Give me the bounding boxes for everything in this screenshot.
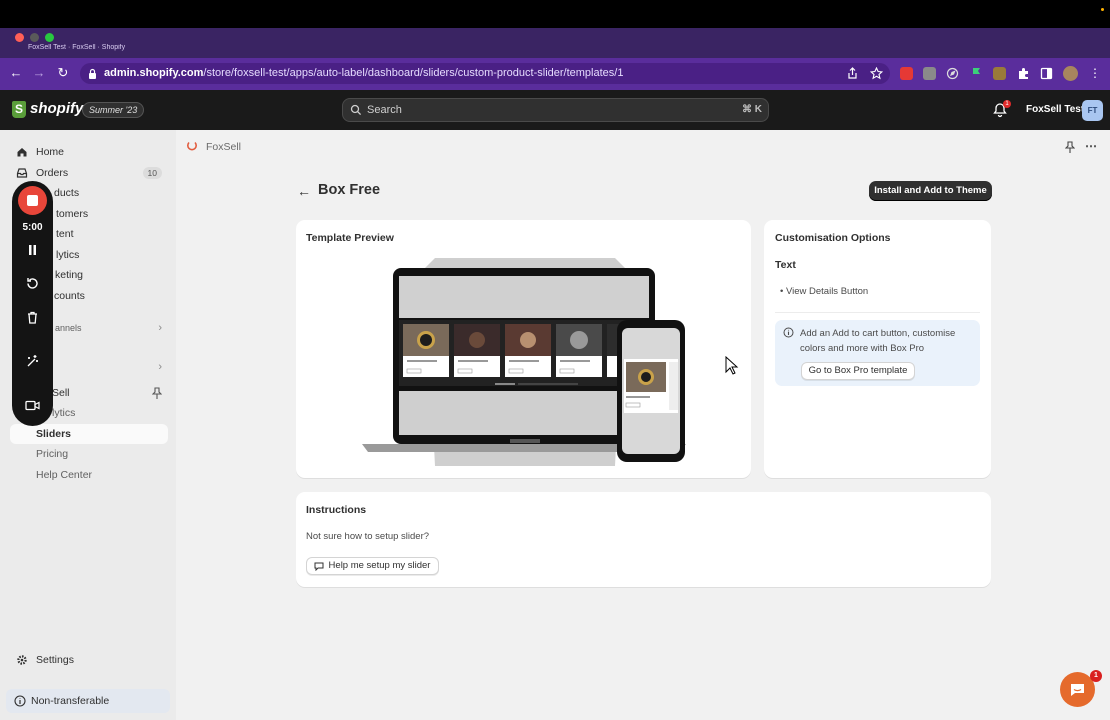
instructions-text: Not sure how to setup slider?: [306, 531, 430, 542]
sidebar-item-label: Home: [36, 146, 65, 158]
extension-compass-icon[interactable]: [946, 67, 959, 80]
install-and-add-to-theme-button[interactable]: Install and Add to Theme: [869, 181, 992, 201]
pin-icon[interactable]: [152, 387, 162, 399]
mouse-cursor-icon: [725, 356, 739, 375]
text-section-heading: Text: [775, 259, 796, 271]
sidebar-item-label: lytics: [52, 407, 76, 419]
back-arrow-icon[interactable]: ←: [297, 183, 311, 199]
screen-top-bar: [0, 0, 1110, 28]
extension-b-icon[interactable]: [900, 67, 913, 80]
trash-icon[interactable]: [24, 309, 41, 326]
stop-recording-button[interactable]: [18, 186, 47, 215]
instructions-title: Instructions: [306, 504, 367, 516]
chat-icon: [1071, 684, 1084, 696]
back-arrow-icon[interactable]: ←: [7, 64, 25, 82]
sidebar-item-pricing[interactable]: Pricing: [8, 444, 166, 464]
restart-icon[interactable]: [24, 275, 41, 292]
url-host: admin.shopify.com: [104, 67, 204, 79]
app-name[interactable]: FoxSell: [206, 141, 241, 153]
extensions-puzzle-icon[interactable]: [1017, 67, 1030, 80]
non-transferable-banner[interactable]: Non-transferable: [6, 689, 170, 713]
divider: [775, 312, 980, 313]
search-icon: [350, 104, 362, 116]
bookmark-star-icon[interactable]: [870, 67, 883, 80]
shopify-logo-icon[interactable]: S: [12, 101, 26, 118]
page-title: Box Free: [318, 182, 381, 198]
browser-menu-icon[interactable]: ⋮: [1086, 64, 1104, 82]
view-details-button-option[interactable]: • View Details Button: [780, 286, 868, 297]
edition-badge[interactable]: Summer '23: [82, 102, 145, 118]
sidepanel-icon[interactable]: [1040, 67, 1053, 80]
box-pro-upsell-text: Add an Add to cart button, customise col…: [800, 328, 956, 354]
effects-sparkle-icon[interactable]: [24, 353, 41, 370]
device-mockup-image: [362, 258, 686, 466]
info-icon: [783, 327, 794, 338]
share-icon[interactable]: [846, 67, 859, 80]
sidebar-item-label: lytics: [56, 249, 80, 261]
shopify-wordmark[interactable]: shopify: [30, 100, 83, 117]
minimize-window-button[interactable]: [30, 33, 39, 42]
avatar[interactable]: FT: [1082, 100, 1103, 121]
sidebar-item-label: ducts: [54, 187, 80, 199]
extension-flag-icon[interactable]: [970, 67, 983, 80]
maximize-window-button[interactable]: [45, 33, 54, 42]
inbox-icon: [16, 168, 28, 178]
notification-badge: 1: [1003, 100, 1011, 108]
tab-title: FoxSell Test · FoxSell · Shopify: [28, 44, 126, 51]
chat-notification-badge: 1: [1090, 670, 1102, 682]
customisation-options-title: Customisation Options: [775, 232, 891, 244]
sidebar-item-label: Sliders: [36, 428, 72, 440]
go-to-box-pro-template-button[interactable]: Go to Box Pro template: [801, 362, 915, 380]
search-placeholder: Search: [367, 104, 402, 116]
chevron-right-icon: ›: [158, 322, 162, 334]
close-window-button[interactable]: [15, 33, 24, 42]
url-path: /store/foxsell-test/apps/auto-label/dash…: [203, 67, 624, 79]
lock-icon: [89, 68, 96, 79]
reload-icon[interactable]: ↻: [54, 64, 72, 82]
sidebar-item-label: Orders: [36, 167, 69, 179]
sidebar-item-label: tent: [56, 228, 74, 240]
chevron-right-icon: ›: [158, 361, 162, 373]
non-transferable-label: Non-transferable: [31, 695, 110, 707]
screen-recorder-panel: [12, 181, 53, 426]
sidebar-item-label: Help Center: [36, 469, 93, 481]
foxsell-app-icon: [187, 141, 197, 151]
profile-avatar[interactable]: [1063, 66, 1078, 81]
recording-timer: 5:00: [22, 222, 43, 233]
help-button-label: Help me setup my slider: [328, 560, 431, 571]
search-shortcut: ⌘ K: [742, 104, 762, 115]
help-me-setup-my-slider-button[interactable]: Help me setup my slider: [306, 557, 439, 575]
sidebar-item-home[interactable]: Home: [8, 142, 166, 162]
extension-s-icon[interactable]: [993, 67, 1006, 80]
sidebar-item-orders[interactable]: Orders 10: [8, 163, 166, 183]
pause-icon[interactable]: [24, 242, 41, 259]
store-name[interactable]: FoxSell Test: [1026, 104, 1084, 115]
home-icon: [17, 148, 27, 157]
sidebar-item-label: keting: [55, 269, 84, 281]
extension-gray-icon[interactable]: [923, 67, 936, 80]
address-bar[interactable]: admin.shopify.com/store/foxsell-test/app…: [80, 63, 890, 84]
sidebar-item-label: counts: [54, 290, 85, 302]
sidebar-item-sliders[interactable]: Sliders: [10, 424, 168, 444]
orders-count-badge: 10: [142, 167, 162, 179]
sidebar-item-help-center[interactable]: Help Center: [8, 465, 166, 485]
gear-icon: [17, 655, 27, 665]
chat-bubble-icon: [314, 562, 324, 571]
sidebar-section-label: annels: [55, 323, 82, 333]
camera-icon[interactable]: [24, 397, 41, 414]
template-preview-title: Template Preview: [306, 232, 394, 244]
sidebar-item-label: Sell: [52, 387, 70, 399]
forward-arrow-icon[interactable]: →: [30, 64, 48, 82]
info-icon: [14, 695, 26, 707]
sidebar-item-label: Settings: [36, 654, 74, 666]
sidebar-item-settings[interactable]: Settings: [8, 650, 166, 670]
sidebar-item-label: tomers: [56, 208, 89, 220]
status-dot: [1101, 8, 1104, 11]
more-actions-icon[interactable]: ⋯: [1085, 139, 1098, 153]
browser-tab[interactable]: FoxSell Test · FoxSell · Shopify: [28, 44, 203, 58]
sidebar-item-label: Pricing: [36, 448, 69, 460]
pin-icon[interactable]: [1065, 141, 1075, 153]
search-bar[interactable]: Search: [342, 98, 769, 122]
